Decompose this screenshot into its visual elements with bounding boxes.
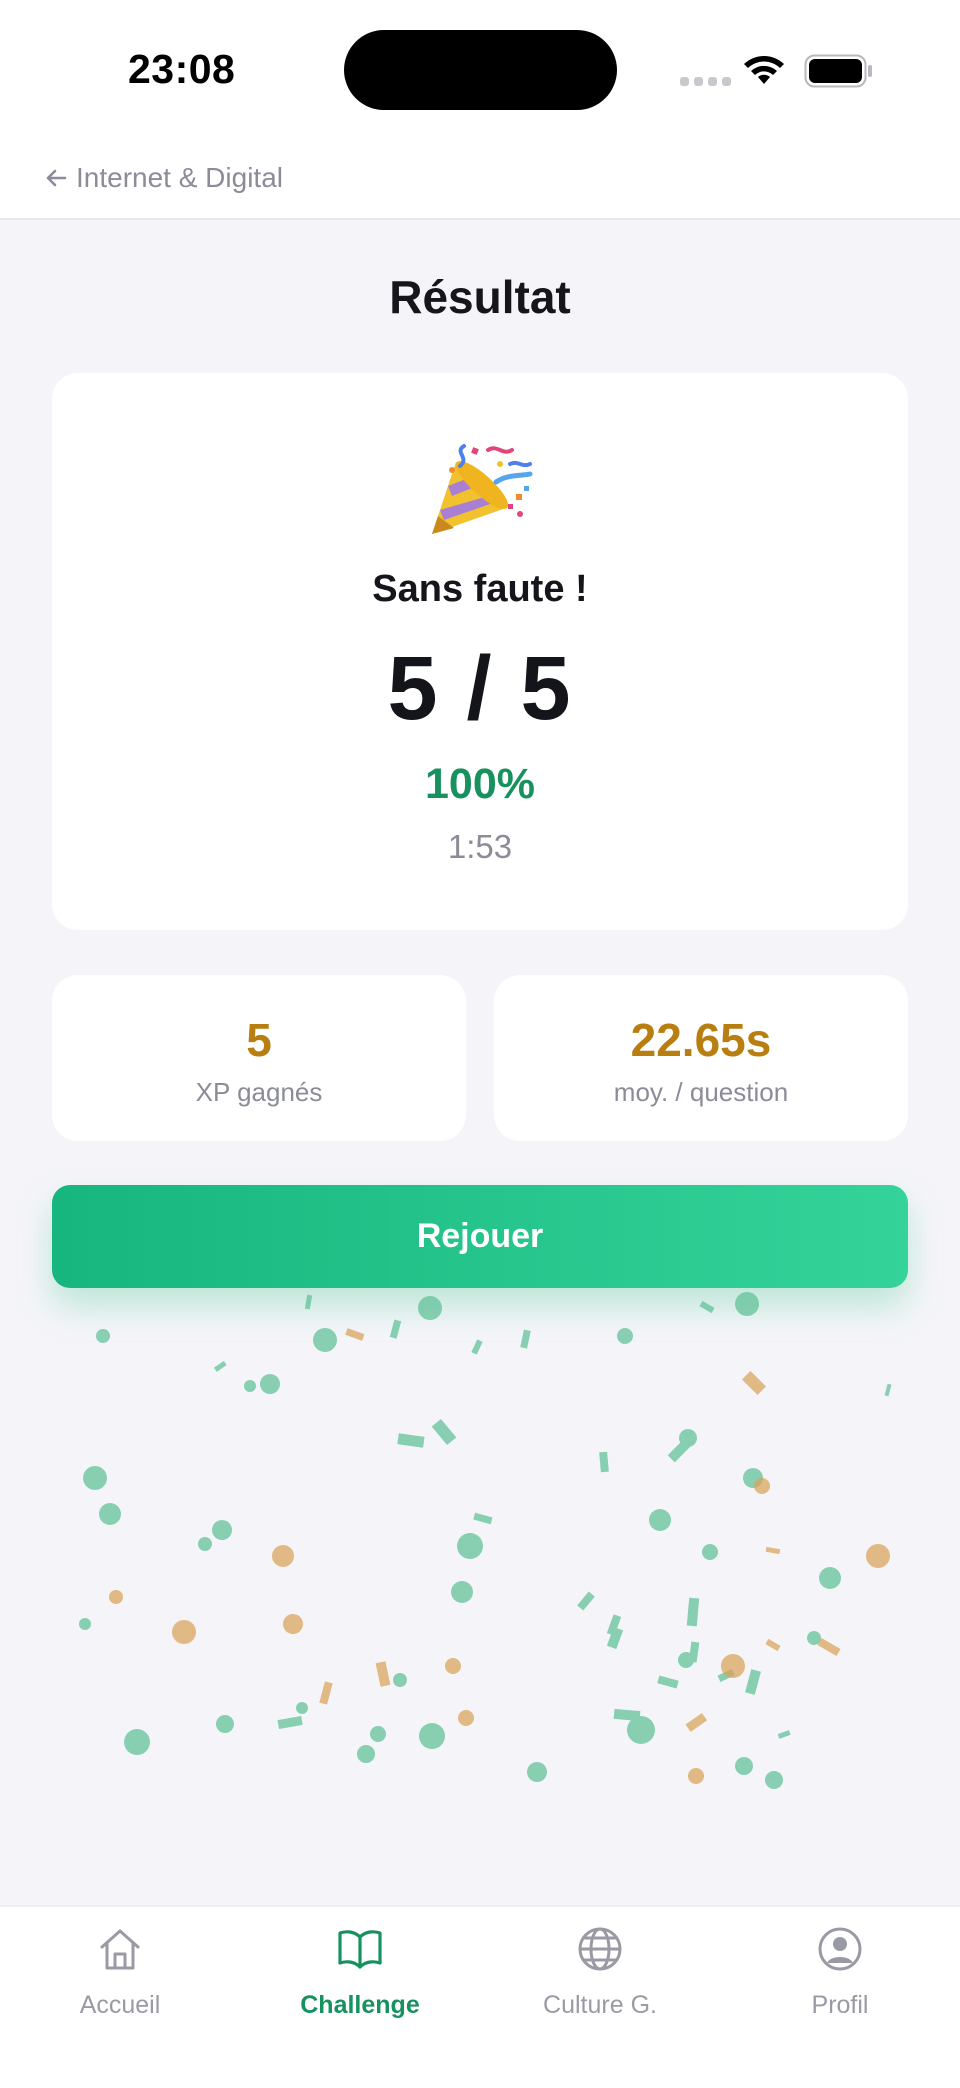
dynamic-island (344, 30, 617, 110)
tab-home-label: Accueil (79, 1991, 161, 2019)
tab-home[interactable]: Accueil (0, 1907, 240, 2037)
score-percent: 100% (425, 760, 535, 808)
status-bar: 23:08 (0, 0, 960, 140)
tab-challenge-label: Challenge (300, 1991, 420, 2019)
status-time: 23:08 (128, 46, 236, 92)
globe-icon (578, 1927, 622, 1971)
book-icon (338, 1930, 382, 1969)
tab-challenge[interactable]: Challenge (240, 1907, 480, 2037)
tab-profile-label: Profil (811, 1991, 869, 2019)
home-icon (100, 1929, 140, 1970)
tab-general-culture-label: Culture G. (543, 1991, 657, 2019)
back-button[interactable]: Internet & Digital (44, 162, 283, 194)
average-time-value: 22.65s (630, 1014, 772, 1066)
average-time-stat-card: 22.65s moy. / question (494, 975, 908, 1141)
page-title: Résultat (389, 271, 571, 323)
battery-icon (804, 54, 872, 88)
score-value: 5 / 5 (387, 639, 573, 739)
wifi-icon (744, 56, 784, 84)
party-popper-icon (432, 444, 533, 534)
elapsed-time: 1:53 (447, 828, 513, 865)
xp-label: XP gagnés (195, 1077, 323, 1107)
arrow-left-icon (46, 169, 67, 187)
xp-value: 5 (246, 1014, 272, 1066)
tab-general-culture[interactable]: Culture G. (480, 1907, 720, 2037)
replay-button[interactable]: Rejouer (52, 1185, 908, 1288)
profile-icon (818, 1927, 862, 1971)
navigation-header: Internet & Digital (0, 140, 960, 220)
result-headline: Sans faute ! (372, 568, 588, 610)
confetti-decoration (79, 1292, 892, 1789)
average-time-label: moy. / question (613, 1077, 789, 1107)
xp-stat-card: 5 XP gagnés (52, 975, 466, 1141)
tab-profile[interactable]: Profil (720, 1907, 960, 2037)
bottom-tab-bar: Accueil Challenge Culture G. Profil (0, 1905, 960, 2088)
back-button-label: Internet & Digital (76, 162, 283, 193)
